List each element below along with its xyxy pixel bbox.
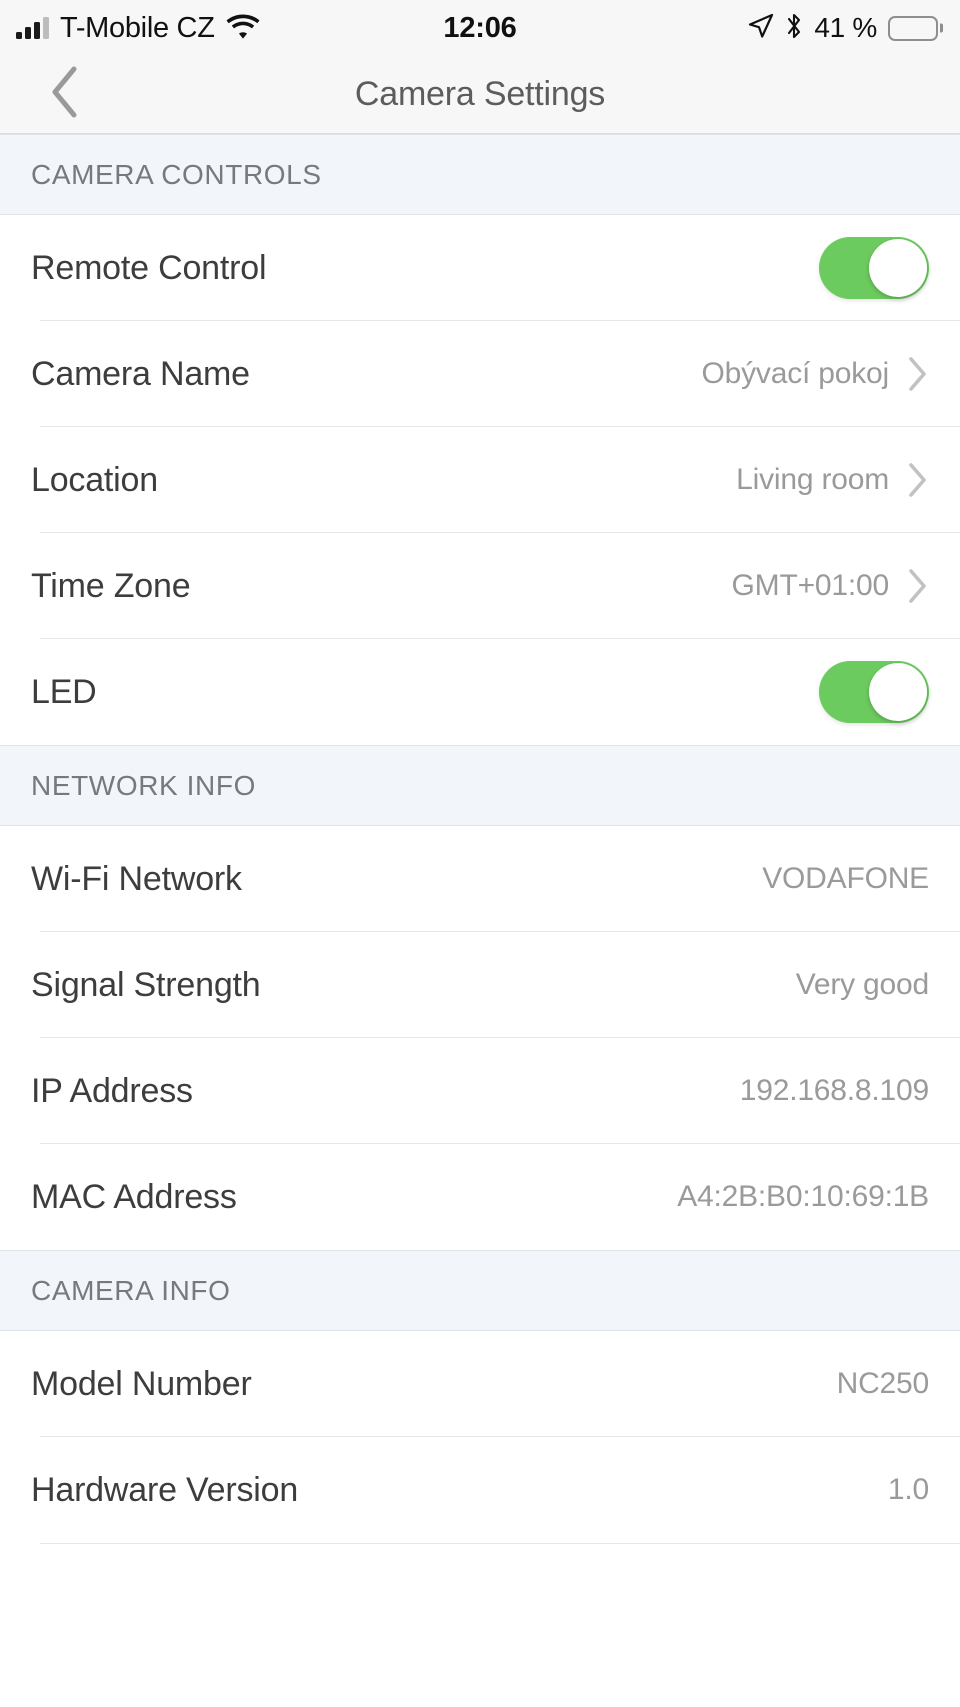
nav-bar: Camera Settings	[0, 56, 960, 134]
location-arrow-icon	[748, 13, 774, 44]
row-hardware-version: Hardware Version 1.0	[0, 1437, 960, 1543]
carrier-label: T-Mobile CZ	[60, 11, 215, 44]
settings-list: CAMERA CONTROLS Remote Control Camera Name…	[0, 134, 960, 1544]
wifi-icon	[226, 13, 260, 44]
section-header-network-info: NETWORK INFO	[0, 745, 960, 826]
row-label: Wi-Fi Network	[31, 859, 242, 898]
section-header-label: CAMERA CONTROLS	[31, 158, 322, 190]
bluetooth-icon	[785, 12, 803, 45]
row-label: Signal Strength	[31, 965, 261, 1004]
status-bar-right: 41 %	[477, 12, 938, 45]
status-bar-left: T-Mobile CZ	[16, 12, 477, 45]
section-header-label: NETWORK INFO	[31, 769, 256, 801]
row-label: LED	[31, 672, 97, 711]
row-time-zone[interactable]: Time Zone GMT+01:00	[0, 533, 960, 639]
row-label: IP Address	[31, 1071, 193, 1110]
row-label: Camera Name	[31, 354, 250, 393]
row-location[interactable]: Location Living room	[0, 427, 960, 533]
battery-percent-label: 41 %	[814, 12, 877, 43]
list-group-camera-info: Model Number NC250 Hardware Version 1.0	[0, 1331, 960, 1543]
row-value: VODAFONE	[762, 862, 929, 895]
row-value: 192.168.8.109	[739, 1074, 929, 1107]
row-model-number: Model Number NC250	[0, 1331, 960, 1437]
row-value: GMT+01:00	[731, 569, 890, 602]
row-mac-address: MAC Address A4:2B:B0:10:69:1B	[0, 1144, 960, 1250]
row-label: Remote Control	[31, 248, 267, 287]
chevron-left-icon	[47, 64, 83, 125]
row-value: Obývací pokoj	[701, 357, 890, 390]
row-value: Very good	[795, 968, 930, 1001]
toggle-knob	[869, 663, 927, 721]
section-header-camera-info: CAMERA INFO	[0, 1250, 960, 1331]
row-label: Hardware Version	[31, 1470, 299, 1509]
row-ip-address: IP Address 192.168.8.109	[0, 1038, 960, 1144]
back-button[interactable]	[30, 60, 100, 130]
status-bar: T-Mobile CZ 12:06 41 %	[0, 0, 960, 56]
row-label: Model Number	[31, 1364, 252, 1403]
row-camera-name[interactable]: Camera Name Obývací pokoj	[0, 321, 960, 427]
toggle-led[interactable]	[819, 661, 929, 723]
row-remote-control[interactable]: Remote Control	[0, 215, 960, 321]
page-title: Camera Settings	[354, 75, 606, 113]
row-wi-fi-network: Wi-Fi Network VODAFONE	[0, 826, 960, 932]
list-group-network-info: Wi-Fi Network VODAFONE Signal Strength Very…	[0, 826, 960, 1250]
chevron-right-icon	[907, 461, 929, 499]
section-header-camera-controls: CAMERA CONTROLS	[0, 134, 960, 215]
row-label: MAC Address	[31, 1177, 237, 1216]
row-led[interactable]: LED	[0, 639, 960, 745]
signal-bars-icon	[16, 17, 49, 39]
battery-icon	[888, 15, 938, 41]
row-value: Living room	[736, 463, 889, 496]
row-label: Location	[31, 460, 158, 499]
toggle-knob	[869, 239, 927, 297]
list-bottom-separator	[40, 1543, 960, 1544]
section-header-label: CAMERA INFO	[31, 1274, 231, 1306]
row-signal-strength: Signal Strength Very good	[0, 932, 960, 1038]
toggle-remote-control[interactable]	[819, 237, 929, 299]
row-value: 1.0	[887, 1473, 929, 1506]
row-value: NC250	[836, 1367, 930, 1400]
chevron-right-icon	[907, 355, 929, 393]
row-value: A4:2B:B0:10:69:1B	[677, 1180, 929, 1213]
list-group-camera-controls: Remote Control Camera Name Obývací pokoj Lo…	[0, 215, 960, 745]
chevron-right-icon	[907, 567, 929, 605]
row-label: Time Zone	[31, 566, 191, 605]
